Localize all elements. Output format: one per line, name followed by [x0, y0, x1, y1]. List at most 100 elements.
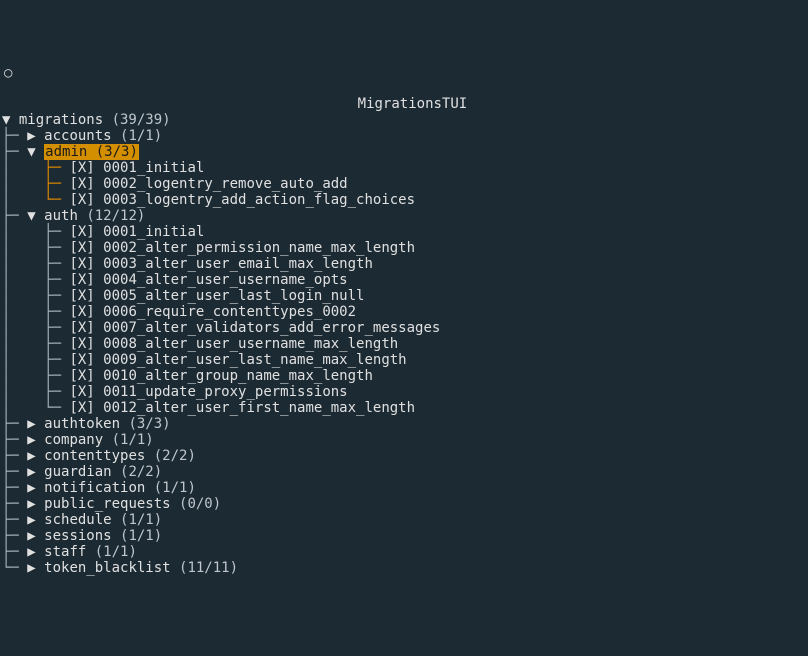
tree-row[interactable]: │ ├─ [X] 0001_initial: [2, 160, 808, 176]
branch-icon: ├─: [27, 160, 69, 176]
migration-item[interactable]: [X] 0002_alter_permission_name_max_lengt…: [69, 240, 415, 256]
tree-row[interactable]: │ ├─ [X] 0006_require_contenttypes_0002: [2, 304, 808, 320]
branch-icon: │: [2, 384, 27, 400]
caret-open-icon[interactable]: ▼: [2, 112, 19, 128]
migration-item[interactable]: [X] 0003_logentry_add_action_flag_choice…: [69, 192, 415, 208]
migration-item[interactable]: [X] 0003_alter_user_email_max_length: [69, 256, 372, 272]
migration-item[interactable]: [X] 0001_initial: [69, 224, 204, 240]
app-staff[interactable]: staff: [44, 544, 95, 560]
tree-row[interactable]: ├─ ▶ public_requests (0/0): [2, 496, 808, 512]
app-schedule[interactable]: schedule: [44, 512, 120, 528]
tree-row[interactable]: ├─ ▼ auth (12/12): [2, 208, 808, 224]
caret-closed-icon[interactable]: ▶: [27, 464, 44, 480]
app-accounts[interactable]: accounts: [44, 128, 120, 144]
root-label: migrations: [19, 112, 112, 128]
migration-item[interactable]: [X] 0006_require_contenttypes_0002: [69, 304, 356, 320]
branch-icon: │: [2, 288, 27, 304]
migration-item[interactable]: [X] 0011_update_proxy_permissions: [69, 384, 347, 400]
app-count: (1/1): [112, 432, 154, 448]
tree-row[interactable]: ├─ ▶ company (1/1): [2, 432, 808, 448]
migration-item[interactable]: [X] 0007_alter_validators_add_error_mess…: [69, 320, 440, 336]
caret-open-icon[interactable]: ▼: [27, 144, 44, 160]
migrations-tree[interactable]: ▼ migrations (39/39)├─ ▶ accounts (1/1)├…: [0, 112, 808, 576]
tree-row[interactable]: ├─ ▶ staff (1/1): [2, 544, 808, 560]
tree-row[interactable]: │ ├─ [X] 0002_alter_permission_name_max_…: [2, 240, 808, 256]
app-count: (2/2): [120, 464, 162, 480]
tree-row[interactable]: │ ├─ [X] 0009_alter_user_last_name_max_l…: [2, 352, 808, 368]
app-contenttypes[interactable]: contenttypes: [44, 448, 154, 464]
migration-item[interactable]: [X] 0004_alter_user_username_opts: [69, 272, 347, 288]
tree-row[interactable]: │ ├─ [X] 0007_alter_validators_add_error…: [2, 320, 808, 336]
tree-row[interactable]: ├─ ▶ schedule (1/1): [2, 512, 808, 528]
branch-icon: └─: [2, 560, 27, 576]
app-guardian[interactable]: guardian: [44, 464, 120, 480]
app-notification[interactable]: notification: [44, 480, 154, 496]
branch-icon: ├─: [2, 128, 27, 144]
branch-icon: │: [2, 192, 27, 208]
tree-row[interactable]: ├─ ▶ authtoken (3/3): [2, 416, 808, 432]
migration-item[interactable]: [X] 0008_alter_user_username_max_length: [69, 336, 398, 352]
migration-item[interactable]: [X] 0002_logentry_remove_auto_add: [69, 176, 347, 192]
caret-closed-icon[interactable]: ▶: [27, 528, 44, 544]
branch-icon: ├─: [2, 480, 27, 496]
tree-row[interactable]: │ ├─ [X] 0001_initial: [2, 224, 808, 240]
app-auth[interactable]: auth: [44, 208, 86, 224]
caret-closed-icon[interactable]: ▶: [27, 448, 44, 464]
app-count: (1/1): [120, 512, 162, 528]
caret-closed-icon[interactable]: ▶: [27, 512, 44, 528]
app-count: (11/11): [179, 560, 238, 576]
branch-icon: │: [2, 240, 27, 256]
app-count: (3/3): [128, 416, 170, 432]
branch-icon: ├─: [27, 304, 69, 320]
migration-item[interactable]: [X] 0012_alter_user_first_name_max_lengt…: [69, 400, 415, 416]
tree-row[interactable]: │ ├─ [X] 0010_alter_group_name_max_lengt…: [2, 368, 808, 384]
branch-icon: ├─: [2, 496, 27, 512]
tree-row[interactable]: │ ├─ [X] 0005_alter_user_last_login_null: [2, 288, 808, 304]
tree-row[interactable]: ├─ ▶ accounts (1/1): [2, 128, 808, 144]
tree-row[interactable]: ├─ ▶ contenttypes (2/2): [2, 448, 808, 464]
branch-icon: ├─: [27, 256, 69, 272]
branch-icon: │: [2, 368, 27, 384]
tree-row[interactable]: ├─ ▶ sessions (1/1): [2, 528, 808, 544]
caret-closed-icon[interactable]: ▶: [27, 496, 44, 512]
migration-item[interactable]: [X] 0010_alter_group_name_max_length: [69, 368, 372, 384]
tree-row[interactable]: ├─ ▶ guardian (2/2): [2, 464, 808, 480]
tree-row[interactable]: │ ├─ [X] 0004_alter_user_username_opts: [2, 272, 808, 288]
branch-icon: ├─: [2, 448, 27, 464]
tree-row[interactable]: │ ├─ [X] 0008_alter_user_username_max_le…: [2, 336, 808, 352]
app-authtoken[interactable]: authtoken: [44, 416, 128, 432]
tree-row[interactable]: ├─ ▶ notification (1/1): [2, 480, 808, 496]
migration-item[interactable]: [X] 0001_initial: [69, 160, 204, 176]
app-count: (1/1): [120, 128, 162, 144]
app-token_blacklist[interactable]: token_blacklist: [44, 560, 179, 576]
app-count: (12/12): [86, 208, 145, 224]
root-count: (39/39): [112, 112, 171, 128]
branch-icon: │: [2, 160, 27, 176]
caret-closed-icon[interactable]: ▶: [27, 560, 44, 576]
caret-closed-icon[interactable]: ▶: [27, 128, 44, 144]
app-title: MigrationsTUI: [358, 96, 468, 112]
caret-closed-icon[interactable]: ▶: [27, 544, 44, 560]
branch-icon: │: [2, 224, 27, 240]
app-public_requests[interactable]: public_requests: [44, 496, 179, 512]
caret-closed-icon[interactable]: ▶: [27, 416, 44, 432]
migration-item[interactable]: [X] 0005_alter_user_last_login_null: [69, 288, 364, 304]
branch-icon: ├─: [27, 320, 69, 336]
caret-closed-icon[interactable]: ▶: [27, 432, 44, 448]
branch-icon: └─: [27, 400, 69, 416]
app-sessions[interactable]: sessions: [44, 528, 120, 544]
caret-open-icon[interactable]: ▼: [27, 208, 44, 224]
tree-row[interactable]: │ ├─ [X] 0002_logentry_remove_auto_add: [2, 176, 808, 192]
tree-row[interactable]: │ └─ [X] 0003_logentry_add_action_flag_c…: [2, 192, 808, 208]
tree-row[interactable]: │ ├─ [X] 0011_update_proxy_permissions: [2, 384, 808, 400]
tree-row[interactable]: ├─ ▼ admin (3/3): [2, 144, 808, 160]
migration-item[interactable]: [X] 0009_alter_user_last_name_max_length: [69, 352, 406, 368]
app-company[interactable]: company: [44, 432, 111, 448]
caret-closed-icon[interactable]: ▶: [27, 480, 44, 496]
tree-row[interactable]: ▼ migrations (39/39): [2, 112, 808, 128]
tree-row[interactable]: │ └─ [X] 0012_alter_user_first_name_max_…: [2, 400, 808, 416]
tree-row[interactable]: └─ ▶ token_blacklist (11/11): [2, 560, 808, 576]
tree-row[interactable]: │ ├─ [X] 0003_alter_user_email_max_lengt…: [2, 256, 808, 272]
app-admin[interactable]: admin (3/3): [44, 144, 139, 160]
title-bar: ○ MigrationsTUI: [0, 64, 808, 80]
